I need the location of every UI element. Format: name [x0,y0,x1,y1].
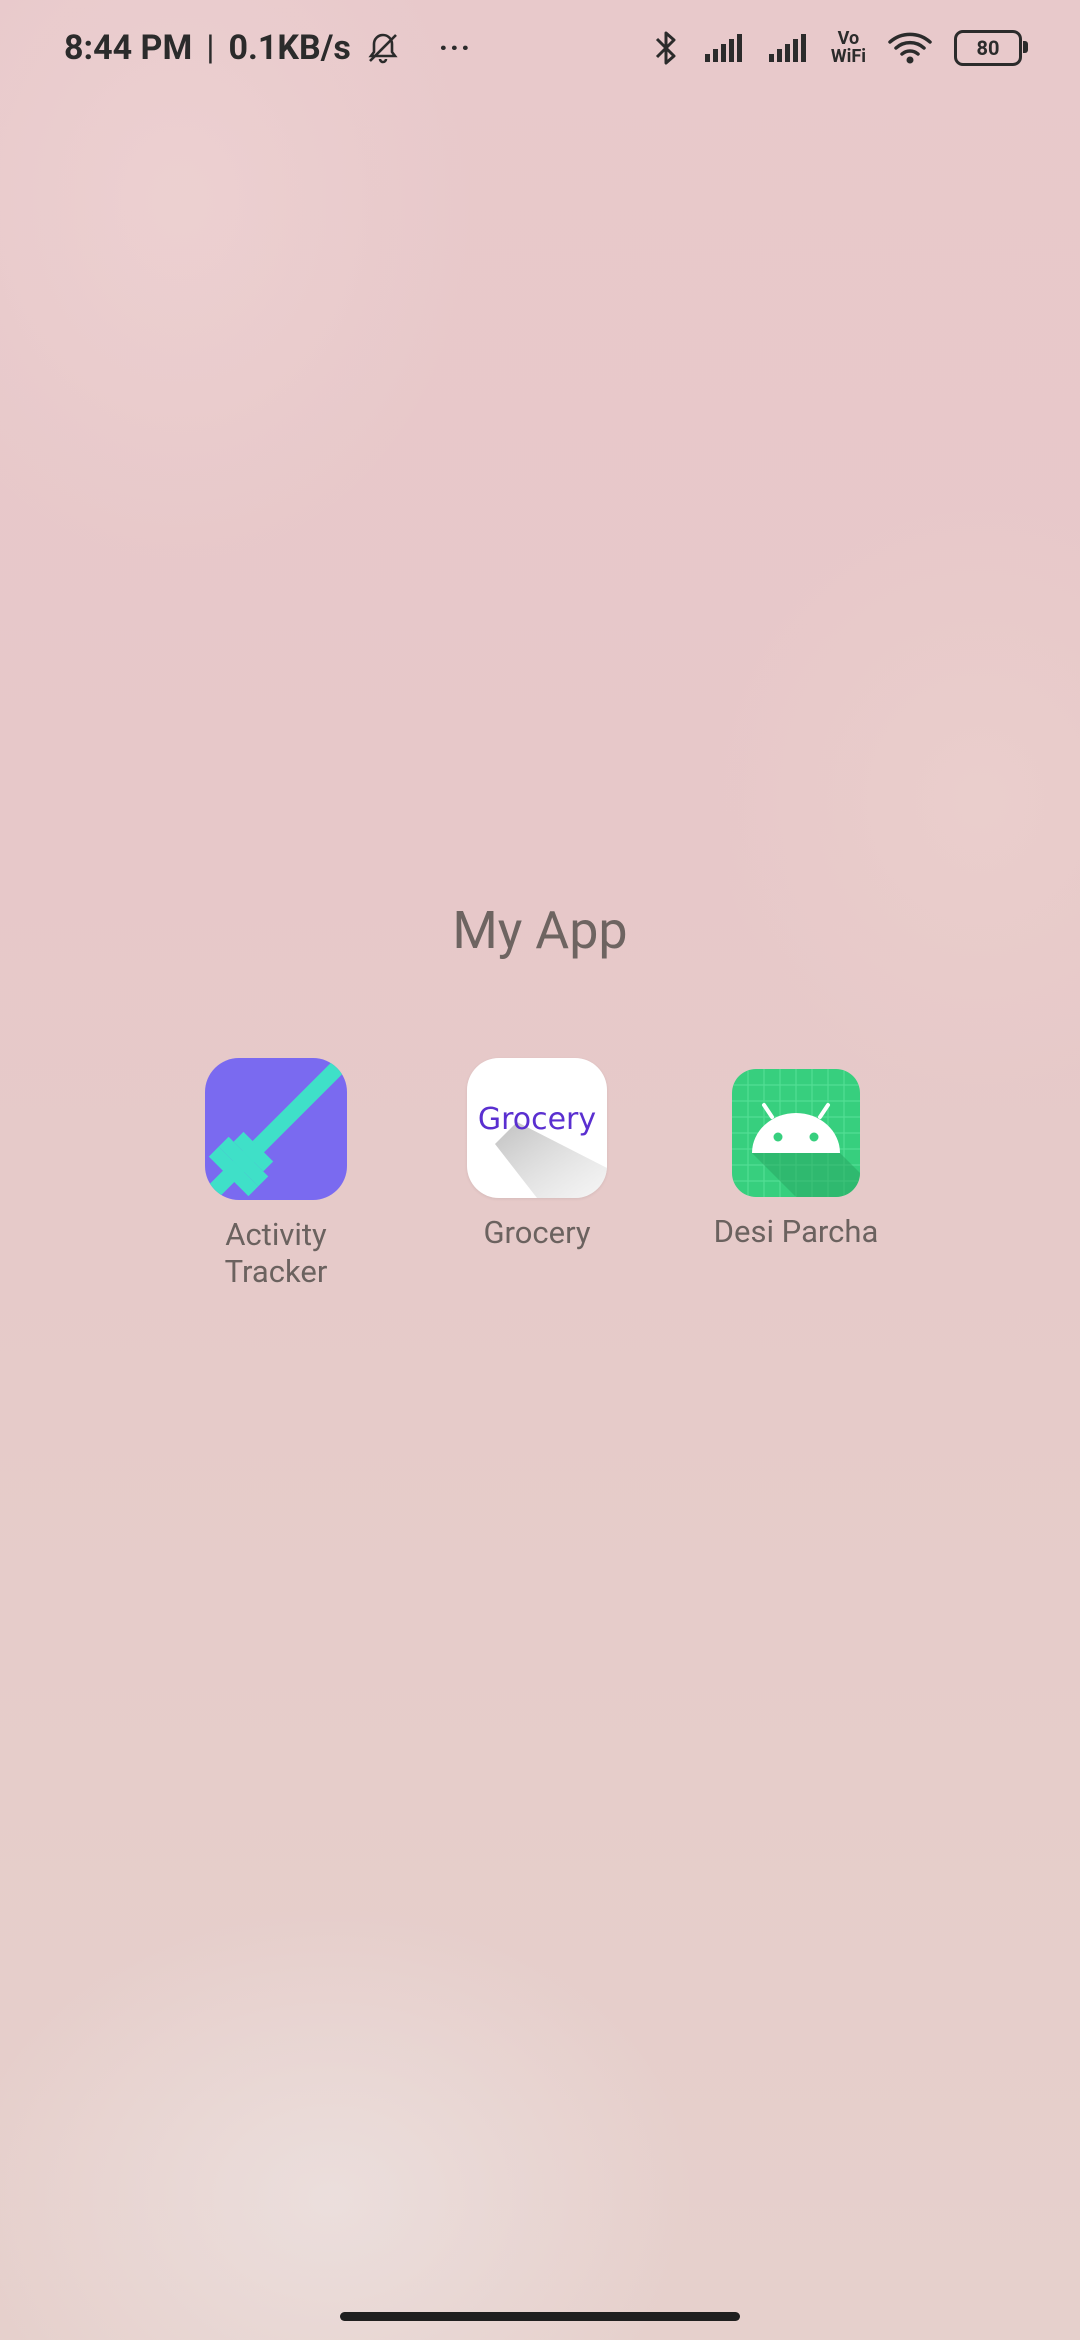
folder-title[interactable]: My App [0,900,1080,961]
home-indicator-bar[interactable] [340,2312,740,2321]
app-label-activity-tracker: Activity Tracker [224,1216,328,1290]
vowifi-bottom: WiFi [830,46,866,67]
clock: 8:44 PM [64,28,193,68]
signal-2-icon [767,32,809,64]
battery-icon: 80 [954,30,1028,66]
network-speed: 0.1KB/s [228,28,351,68]
app-activity-tracker[interactable]: Activity Tracker [196,1058,356,1290]
vowifi-icon: Vo WiFi [831,30,866,66]
wifi-icon [888,31,932,65]
grocery-text-icon[interactable]: Grocery [467,1058,607,1198]
android-icon[interactable] [732,1069,860,1197]
dumbbell-icon[interactable] [205,1058,347,1200]
bell-muted-icon [365,30,401,66]
status-separator: | [206,28,215,68]
status-left: 8:44 PM | 0.1KB/s ··· [64,24,472,72]
more-notifications: ··· [438,30,472,66]
status-right: Vo WiFi 80 [651,24,1028,72]
signal-1-icon [703,32,745,64]
app-label-desi-parcha: Desi Parcha [713,1213,879,1250]
battery-level: 80 [976,36,1000,60]
bluetooth-icon [651,28,681,68]
app-grocery[interactable]: Grocery Grocery [457,1058,617,1251]
app-desi-parcha[interactable]: Desi Parcha [706,1069,886,1250]
app-label-grocery: Grocery [483,1214,591,1251]
status-bar: 8:44 PM | 0.1KB/s ··· Vo WiFi 80 [0,0,1080,96]
grocery-icon-text: Grocery [477,1102,597,1137]
